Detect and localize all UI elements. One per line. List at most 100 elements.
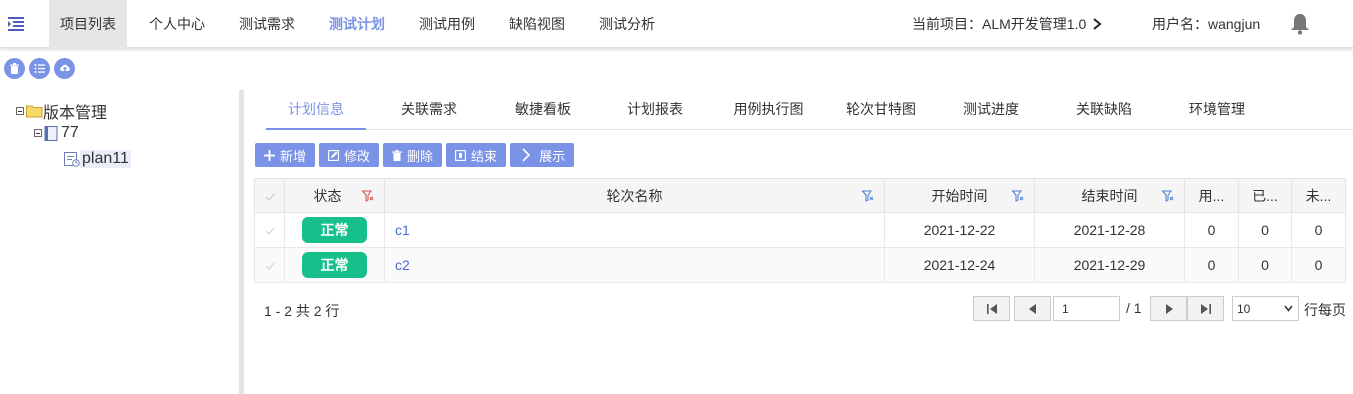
- nav-personal-center[interactable]: 个人中心: [137, 0, 217, 48]
- header-status-label: 状态: [313, 187, 342, 204]
- page-size-select[interactable]: 10: [1232, 296, 1299, 321]
- filter-icon[interactable]: [862, 190, 874, 202]
- nav-test-analysis[interactable]: 测试分析: [587, 0, 667, 48]
- header-status[interactable]: 状态: [284, 178, 385, 213]
- select-all-checkbox[interactable]: [254, 178, 285, 213]
- header-used[interactable]: 用...: [1184, 178, 1239, 213]
- folder-icon: [26, 105, 43, 118]
- pending-cell: 0: [1291, 247, 1346, 283]
- plan-tabs: 计划信息 关联需求 敏捷看板 计划报表 用例执行图 轮次甘特图 测试进度 关联缺…: [266, 90, 1353, 130]
- header-pending[interactable]: 未...: [1291, 178, 1346, 213]
- add-button[interactable]: 新增: [255, 143, 316, 167]
- upload-icon[interactable]: [54, 58, 75, 79]
- end-time-cell: 2021-12-29: [1034, 247, 1185, 283]
- grid-toolbar: 新增 修改 删除 结束 展示: [255, 143, 575, 167]
- done-cell: 0: [1238, 247, 1292, 283]
- book-icon: [44, 125, 58, 141]
- prev-page-button[interactable]: [1014, 296, 1051, 321]
- edit-icon: [328, 149, 339, 161]
- tree-node-root[interactable]: 版本管理: [16, 99, 107, 123]
- finish-button-label: 结束: [471, 148, 498, 164]
- tree-node-plan11-label: plan11: [80, 150, 131, 168]
- list-icon[interactable]: [29, 58, 50, 79]
- tab-related-defects[interactable]: 关联缺陷: [1041, 90, 1167, 130]
- current-project[interactable]: 当前项目：ALM开发管理1.0: [912, 0, 1102, 48]
- pending-cell: 0: [1291, 212, 1346, 248]
- nav-project-list[interactable]: 项目列表: [49, 0, 127, 48]
- table-row[interactable]: 正常 c2 2021-12-24 2021-12-29 0 0 0: [254, 247, 1346, 283]
- status-cell: 正常: [284, 247, 385, 283]
- panel-splitter[interactable]: [239, 90, 244, 394]
- page-size-value: 10: [1237, 302, 1251, 316]
- header-round-name[interactable]: 轮次名称: [384, 178, 885, 213]
- tab-case-execution-chart[interactable]: 用例执行图: [716, 90, 821, 130]
- header-start-time[interactable]: 开始时间: [884, 178, 1035, 213]
- check-icon: [265, 227, 274, 235]
- status-badge: 正常: [302, 252, 367, 278]
- header-start-time-label: 开始时间: [931, 187, 988, 204]
- edit-button-label: 修改: [344, 148, 371, 164]
- next-page-icon: [1165, 303, 1173, 314]
- header-round-name-label: 轮次名称: [606, 187, 663, 204]
- round-name-link[interactable]: c2: [395, 257, 410, 273]
- first-page-button[interactable]: [973, 296, 1010, 321]
- last-page-icon: [1200, 303, 1211, 314]
- nav-test-requirements[interactable]: 测试需求: [227, 0, 307, 48]
- grid-header-row: 状态 轮次名称 开始时间 结束时间 用... 已... 未...: [254, 178, 1346, 213]
- header-end-time[interactable]: 结束时间: [1034, 178, 1185, 213]
- tree-node-77[interactable]: 77: [34, 124, 79, 142]
- current-page-input[interactable]: 1: [1053, 296, 1120, 321]
- filter-icon[interactable]: [1012, 190, 1024, 202]
- check-icon: [265, 262, 274, 270]
- finish-button[interactable]: 结束: [446, 143, 507, 167]
- tree-node-plan11[interactable]: plan11: [64, 150, 131, 168]
- tab-plan-report[interactable]: 计划报表: [594, 90, 716, 130]
- bell-icon[interactable]: [1290, 13, 1310, 35]
- prev-page-icon: [1028, 303, 1036, 314]
- current-project-label: 当前项目：ALM开发管理1.0: [912, 16, 1087, 32]
- show-button-label: 展示: [539, 148, 566, 164]
- plus-icon: [264, 149, 275, 161]
- tree-toolbar: [4, 58, 75, 79]
- nav-test-cases[interactable]: 测试用例: [407, 0, 487, 48]
- row-checkbox[interactable]: [254, 212, 285, 248]
- row-checkbox[interactable]: [254, 247, 285, 283]
- end-time-cell: 2021-12-28: [1034, 212, 1185, 248]
- chevron-down-icon: [1284, 305, 1293, 312]
- collapse-icon[interactable]: [34, 129, 42, 137]
- start-time-cell: 2021-12-24: [884, 247, 1035, 283]
- filter-icon[interactable]: [1162, 190, 1174, 202]
- first-page-icon: [986, 303, 997, 314]
- tree-root-label: 版本管理: [43, 105, 108, 122]
- page-size-label: 行每页: [1304, 302, 1346, 318]
- table-row[interactable]: 正常 c1 2021-12-22 2021-12-28 0 0 0: [254, 212, 1346, 248]
- show-button[interactable]: 展示: [510, 143, 575, 167]
- delete-button[interactable]: 删除: [383, 143, 443, 167]
- version-tree: 版本管理 77 plan11: [0, 90, 240, 394]
- collapse-icon[interactable]: [16, 107, 24, 115]
- used-cell: 0: [1184, 247, 1239, 283]
- edit-button[interactable]: 修改: [319, 143, 380, 167]
- tab-environment[interactable]: 环境管理: [1167, 90, 1267, 130]
- trash-icon: [392, 149, 403, 161]
- header-end-time-label: 结束时间: [1081, 187, 1138, 204]
- last-page-button[interactable]: [1187, 296, 1224, 321]
- nav-test-plan[interactable]: 测试计划: [317, 0, 397, 48]
- chevron-right-icon: [1093, 18, 1102, 30]
- tab-round-gantt[interactable]: 轮次甘特图: [821, 90, 941, 130]
- check-icon: [265, 193, 274, 201]
- tab-plan-info[interactable]: 计划信息: [266, 90, 366, 130]
- chevron-right-icon: [522, 148, 531, 162]
- nav-defect-view[interactable]: 缺陷视图: [497, 0, 577, 48]
- tab-agile-board[interactable]: 敏捷看板: [492, 90, 594, 130]
- tab-test-progress[interactable]: 测试进度: [941, 90, 1041, 130]
- menu-toggle-icon[interactable]: [2, 0, 30, 48]
- done-cell: 0: [1238, 212, 1292, 248]
- trash-icon[interactable]: [4, 58, 25, 79]
- round-name-link[interactable]: c1: [395, 222, 410, 238]
- next-page-button[interactable]: [1150, 296, 1187, 321]
- tab-related-requirements[interactable]: 关联需求: [366, 90, 492, 130]
- filter-active-icon[interactable]: [362, 190, 374, 202]
- header-done[interactable]: 已...: [1238, 178, 1292, 213]
- plan-icon: [64, 151, 80, 167]
